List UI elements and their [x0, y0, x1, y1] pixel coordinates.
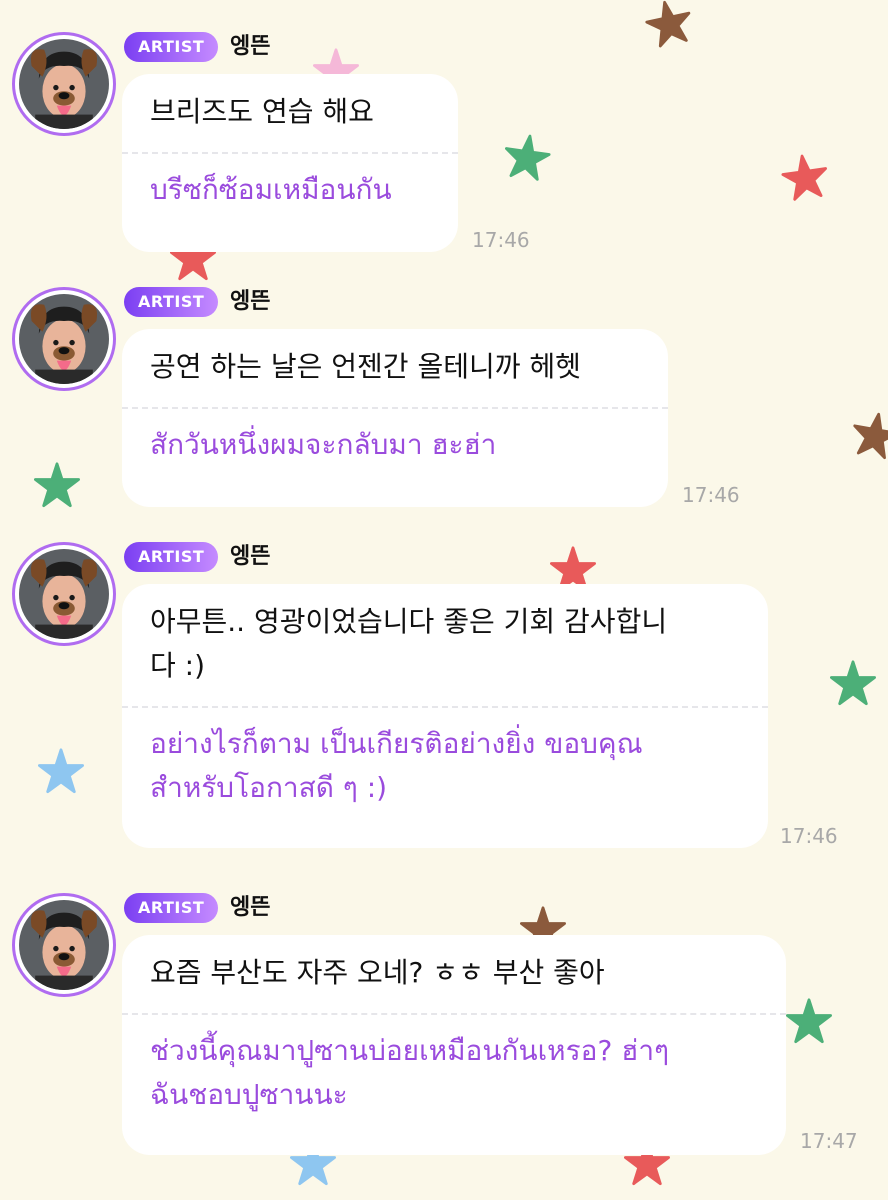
star-decoration — [830, 660, 876, 706]
original-text: 아무튼.. 영광이었습니다 좋은 기회 감사합니 다 :) — [150, 584, 740, 706]
artist-avatar[interactable] — [12, 287, 116, 391]
translated-text: อย่างไรก็ตาม เป็นเกียรติอย่างยิ่ง ขอบคุณ… — [150, 708, 740, 824]
sender-name: 엥뜬 — [230, 289, 271, 314]
message-bubble[interactable]: 요즘 부산도 자주 오네? ㅎㅎ 부산 좋아 ช่วงนี้คุณมาปูซาน… — [122, 935, 786, 1155]
original-line: 아무튼.. 영광이었습니다 좋은 기회 감사합니 — [150, 605, 668, 638]
translated-text: ช่วงนี้คุณมาปูซานบ่อยเหมือนกันเหรอ? ฮ่าๆ… — [150, 1015, 758, 1131]
artist-badge: ARTIST — [124, 542, 219, 572]
translated-line: สำหรับโอกาสดี ๆ :) — [150, 771, 388, 804]
artist-badge: ARTIST — [124, 32, 219, 62]
message-timestamp: 17:46 — [472, 228, 530, 252]
dog-filter-face-icon — [19, 39, 109, 129]
message-timestamp: 17:46 — [780, 824, 838, 848]
artist-avatar[interactable] — [12, 893, 116, 997]
star-decoration — [501, 131, 553, 183]
sender-name: 엥뜬 — [230, 544, 271, 569]
original-line: 브리즈도 연습 해요 — [150, 95, 374, 128]
original-line: 공연 하는 날은 언젠간 올테니까 헤헷 — [150, 350, 581, 383]
message-bubble[interactable]: 아무튼.. 영광이었습니다 좋은 기회 감사합니 다 :) อย่างไรก็ต… — [122, 584, 768, 848]
original-line: 다 :) — [150, 649, 206, 682]
sender-name: 엥뜬 — [230, 895, 271, 920]
star-decoration — [779, 151, 831, 203]
original-line: 요즘 부산도 자주 오네? ㅎㅎ 부산 좋아 — [150, 956, 605, 989]
translated-line: บรีซก็ซ้อมเหมือนกัน — [150, 173, 392, 206]
artist-badge: ARTIST — [124, 287, 219, 317]
artist-badge: ARTIST — [124, 893, 219, 923]
star-decoration — [786, 998, 832, 1044]
message-bubble[interactable]: 공연 하는 날은 언젠간 올테니까 헤헷 สักวันหนึ่งผมจะกลับ… — [122, 329, 668, 507]
message-bubble[interactable]: 브리즈도 연습 해요 บรีซก็ซ้อมเหมือนกัน — [122, 74, 458, 252]
translated-line: อย่างไรก็ตาม เป็นเกียรติอย่างยิ่ง ขอบคุณ — [150, 727, 643, 760]
original-text: 요즘 부산도 자주 오네? ㅎㅎ 부산 좋아 — [150, 935, 758, 1013]
dog-filter-face-icon — [19, 294, 109, 384]
sender-name: 엥뜬 — [230, 34, 271, 59]
star-decoration — [34, 462, 80, 508]
message-timestamp: 17:47 — [800, 1129, 858, 1153]
star-decoration — [848, 408, 888, 461]
translated-text: สักวันหนึ่งผมจะกลับมา ฮะฮ่า — [150, 409, 640, 481]
original-text: 공연 하는 날은 언젠간 올테니까 헤헷 — [150, 329, 640, 407]
translated-line: ฉันชอบปูซานนะ — [150, 1078, 348, 1111]
artist-avatar[interactable] — [12, 542, 116, 646]
dog-filter-face-icon — [19, 549, 109, 639]
star-decoration — [38, 748, 84, 794]
message-timestamp: 17:46 — [682, 483, 740, 507]
translated-line: สักวันหนึ่งผมจะกลับมา ฮะฮ่า — [150, 428, 497, 461]
star-decoration — [642, 0, 697, 50]
dog-filter-face-icon — [19, 900, 109, 990]
artist-avatar[interactable] — [12, 32, 116, 136]
translated-line: ช่วงนี้คุณมาปูซานบ่อยเหมือนกันเหรอ? ฮ่าๆ — [150, 1034, 670, 1067]
original-text: 브리즈도 연습 해요 — [150, 74, 430, 152]
translated-text: บรีซก็ซ้อมเหมือนกัน — [150, 154, 430, 226]
